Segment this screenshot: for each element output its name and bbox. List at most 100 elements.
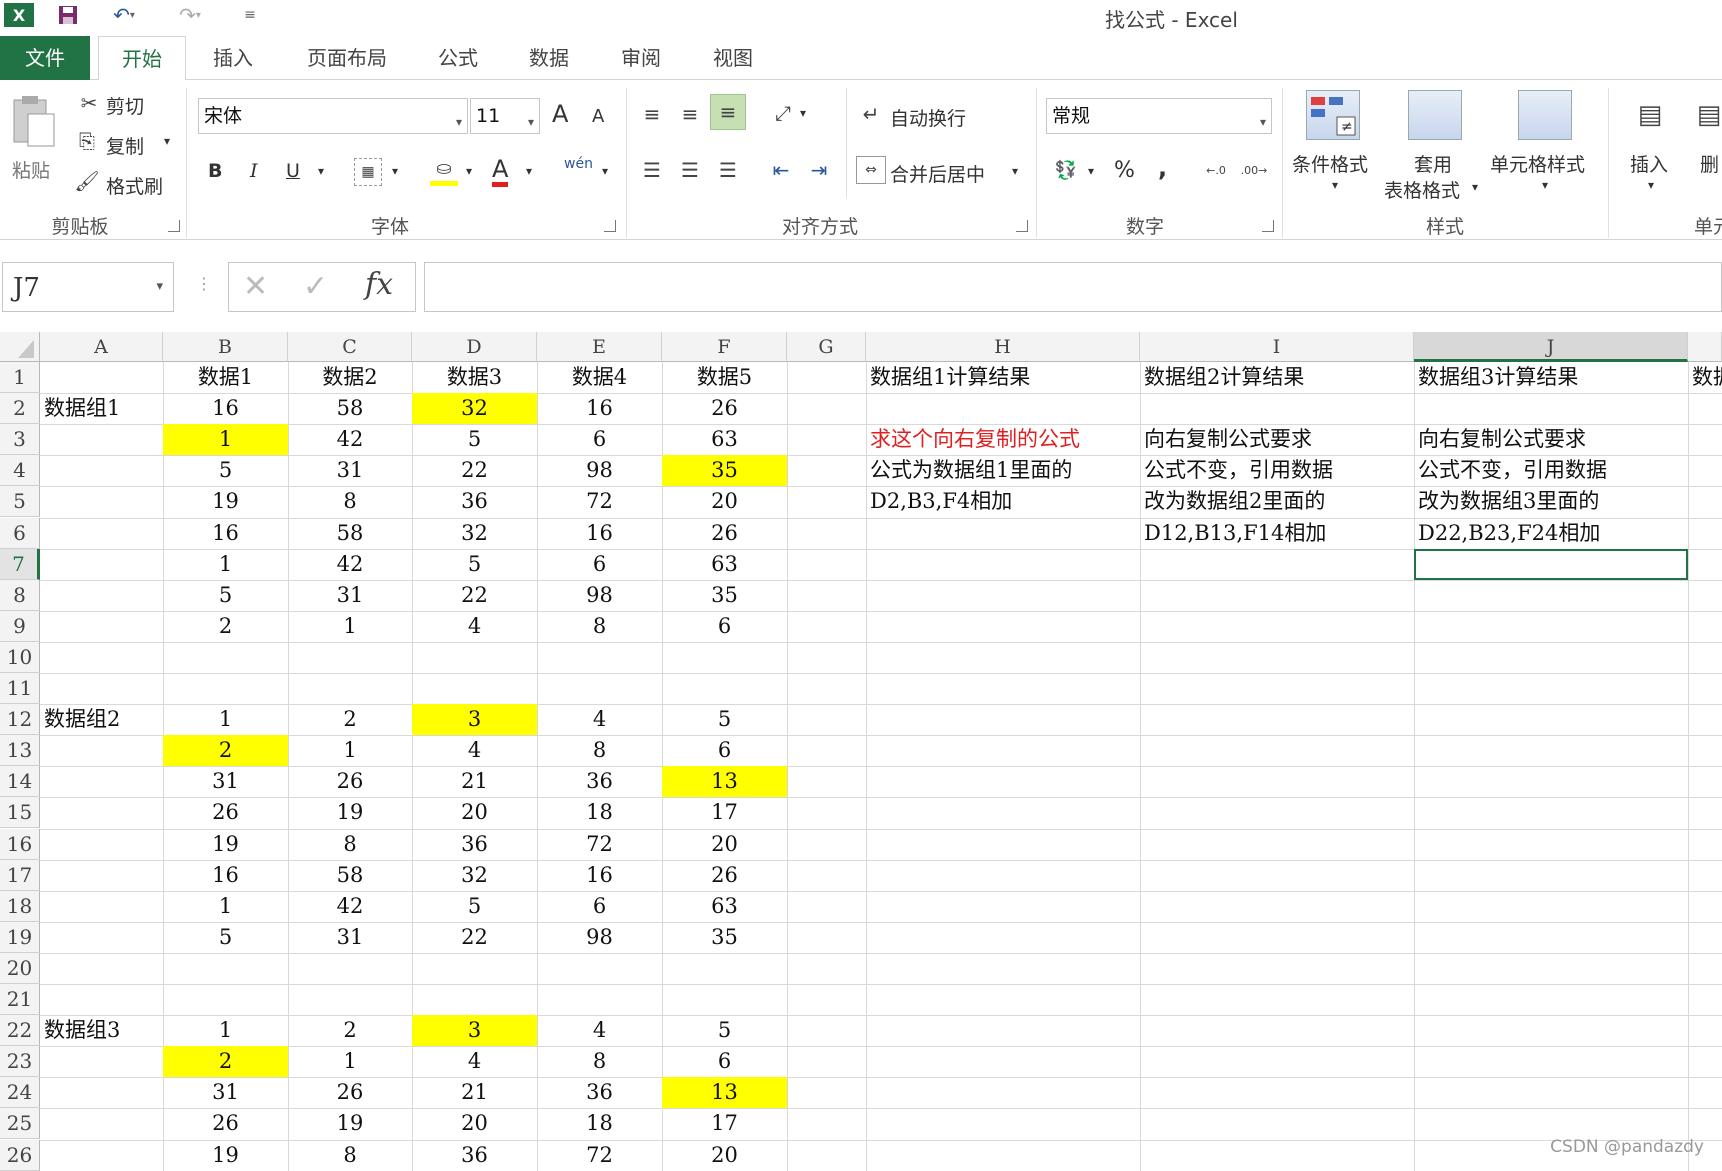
- copy-icon[interactable]: ⎘: [74, 128, 100, 154]
- increase-decimal-icon[interactable]: ←.0: [1200, 156, 1232, 184]
- cell-J3[interactable]: 向右复制公式要求: [1414, 424, 1688, 455]
- merge-center-icon[interactable]: ⇔: [856, 156, 886, 184]
- border-dropdown-icon[interactable]: ▾: [392, 164, 398, 178]
- conditional-dropdown-icon[interactable]: ▾: [1332, 178, 1338, 192]
- row-header-26[interactable]: 26: [0, 1139, 40, 1171]
- column-header-I[interactable]: I: [1140, 332, 1414, 362]
- alignment-launcher-icon[interactable]: [1016, 220, 1028, 232]
- cell-styles-dropdown-icon[interactable]: ▾: [1542, 178, 1548, 192]
- cell-F4[interactable]: 35: [662, 455, 787, 487]
- clipboard-launcher-icon[interactable]: [168, 220, 180, 232]
- cell-E16[interactable]: 72: [537, 829, 662, 860]
- cell-D9[interactable]: 4: [412, 611, 537, 642]
- phonetic-button[interactable]: wén: [564, 156, 593, 172]
- cell-E7[interactable]: 6: [537, 549, 662, 580]
- row-header-12[interactable]: 12: [0, 704, 40, 736]
- format-painter-label[interactable]: 格式刷: [106, 172, 163, 199]
- merge-center-button[interactable]: 合并后居中: [890, 160, 985, 187]
- cell-C12[interactable]: 2: [288, 704, 412, 735]
- cell-styles-label[interactable]: 单元格样式: [1490, 150, 1585, 177]
- accounting-dropdown-icon[interactable]: ▾: [1088, 164, 1094, 178]
- cell-E5[interactable]: 72: [537, 486, 662, 517]
- cell-F15[interactable]: 17: [662, 797, 787, 828]
- format-painter-icon[interactable]: 🖌: [74, 168, 100, 194]
- cell-C7[interactable]: 42: [288, 549, 412, 580]
- cell-D1[interactable]: 数据3: [412, 362, 537, 393]
- copy-label[interactable]: 复制: [106, 132, 144, 159]
- cell-F1[interactable]: 数据5: [662, 362, 787, 393]
- cell-F14[interactable]: 13: [662, 766, 787, 798]
- merge-dropdown-icon[interactable]: ▾: [1012, 164, 1018, 178]
- cell-H5[interactable]: D2,B3,F4相加: [866, 486, 1140, 517]
- cell-C13[interactable]: 1: [288, 735, 412, 766]
- tab-home[interactable]: 开始: [98, 36, 186, 81]
- font-name-select[interactable]: 宋体 ▾: [198, 98, 468, 134]
- cell-E14[interactable]: 36: [537, 766, 662, 797]
- cell-C2[interactable]: 58: [288, 393, 412, 424]
- cell-E17[interactable]: 16: [537, 860, 662, 891]
- cell-E13[interactable]: 8: [537, 735, 662, 766]
- cell-B9[interactable]: 2: [163, 611, 288, 642]
- cell-D25[interactable]: 20: [412, 1108, 537, 1139]
- cell-H1[interactable]: 数据组1计算结果: [866, 362, 1140, 393]
- cell-H4[interactable]: 公式为数据组1里面的: [866, 455, 1140, 486]
- cell-F18[interactable]: 63: [662, 891, 787, 922]
- cell-I1[interactable]: 数据组2计算结果: [1140, 362, 1414, 393]
- cell-B8[interactable]: 5: [163, 580, 288, 611]
- cell-J5[interactable]: 改为数据组3里面的: [1414, 486, 1688, 517]
- row-header-7[interactable]: 7: [0, 548, 40, 580]
- cell-B2[interactable]: 16: [163, 393, 288, 424]
- percent-button[interactable]: %: [1114, 158, 1135, 183]
- cell-E23[interactable]: 8: [537, 1046, 662, 1077]
- orientation-dropdown-icon[interactable]: ▾: [800, 106, 806, 120]
- redo-icon[interactable]: ↷ ▾: [170, 3, 210, 27]
- cell-B26[interactable]: 19: [163, 1140, 288, 1171]
- cell-D14[interactable]: 21: [412, 766, 537, 797]
- cut-icon[interactable]: ✂: [76, 90, 102, 116]
- row-header-21[interactable]: 21: [0, 984, 40, 1016]
- grow-font-button[interactable]: A: [552, 100, 568, 128]
- row-header-6[interactable]: 6: [0, 517, 40, 549]
- format-as-table-icon[interactable]: [1408, 90, 1462, 140]
- cell-B14[interactable]: 31: [163, 766, 288, 797]
- cell-E19[interactable]: 98: [537, 922, 662, 953]
- column-header-E[interactable]: E: [537, 332, 662, 362]
- italic-button[interactable]: I: [250, 160, 258, 182]
- cell-C8[interactable]: 31: [288, 580, 412, 611]
- cell-F2[interactable]: 26: [662, 393, 787, 424]
- cell-C24[interactable]: 26: [288, 1077, 412, 1108]
- cell-D7[interactable]: 5: [412, 549, 537, 580]
- cell-D13[interactable]: 4: [412, 735, 537, 766]
- cell-C4[interactable]: 31: [288, 455, 412, 486]
- excel-logo-icon[interactable]: X: [4, 3, 34, 27]
- bold-button[interactable]: B: [208, 160, 222, 182]
- cell-I3[interactable]: 向右复制公式要求: [1140, 424, 1414, 455]
- insert-dropdown-icon[interactable]: ▾: [1648, 178, 1654, 192]
- format-as-table-label-2[interactable]: 表格格式: [1384, 176, 1460, 203]
- customize-qat-icon[interactable]: ≡: [240, 3, 260, 27]
- row-header-25[interactable]: 25: [0, 1108, 40, 1140]
- cell-E3[interactable]: 6: [537, 424, 662, 455]
- cell-F22[interactable]: 5: [662, 1015, 787, 1046]
- cell-D18[interactable]: 5: [412, 891, 537, 922]
- decrease-decimal-icon[interactable]: .00→: [1238, 156, 1270, 184]
- cell-B24[interactable]: 31: [163, 1077, 288, 1108]
- tab-review[interactable]: 审阅: [606, 36, 676, 80]
- cell-E4[interactable]: 98: [537, 455, 662, 486]
- cell-C19[interactable]: 31: [288, 922, 412, 953]
- align-middle-icon[interactable]: ≡: [676, 100, 704, 128]
- tab-data[interactable]: 数据: [514, 36, 584, 80]
- column-header-B[interactable]: B: [163, 332, 288, 362]
- cell-H3[interactable]: 求这个向右复制的公式: [866, 424, 1140, 455]
- cell-A22[interactable]: 数据组3: [40, 1015, 163, 1046]
- tab-view[interactable]: 视图: [698, 36, 768, 80]
- cut-label[interactable]: 剪切: [106, 92, 144, 119]
- cell-F6[interactable]: 26: [662, 518, 787, 549]
- row-header-19[interactable]: 19: [0, 921, 40, 953]
- row-header-3[interactable]: 3: [0, 424, 40, 456]
- font-size-select[interactable]: 11 ▾: [470, 98, 540, 134]
- cell-E24[interactable]: 36: [537, 1077, 662, 1108]
- cell-E6[interactable]: 16: [537, 518, 662, 549]
- copy-dropdown-icon[interactable]: ▾: [164, 134, 170, 148]
- cell-F8[interactable]: 35: [662, 580, 787, 611]
